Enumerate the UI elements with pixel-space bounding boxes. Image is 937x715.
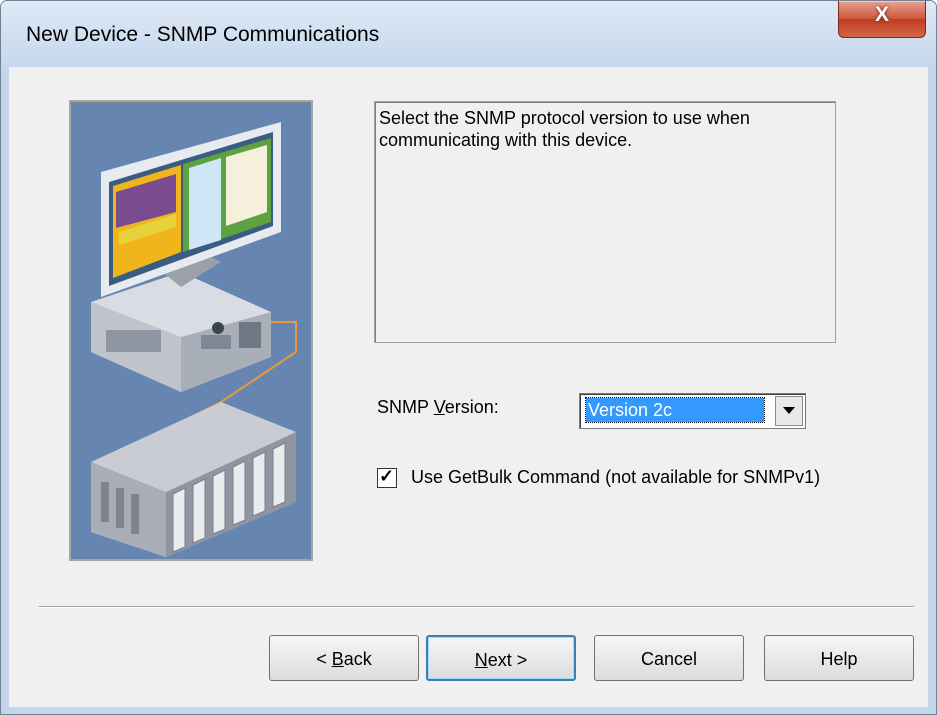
getbulk-checkbox[interactable]: ✓ — [377, 466, 397, 488]
cancel-button[interactable]: Cancel — [594, 635, 744, 681]
next-label-suffix: ext > — [487, 650, 528, 670]
title-bar[interactable]: New Device - SNMP Communications X — [1, 1, 936, 67]
back-label-mnemonic: B — [331, 649, 344, 669]
next-button[interactable]: Next > — [426, 635, 576, 681]
chevron-down-icon — [783, 407, 795, 414]
back-button[interactable]: < Back — [269, 635, 419, 681]
close-button[interactable]: X — [838, 1, 926, 38]
snmp-version-label-suffix: ersion: — [444, 397, 499, 417]
description-text: Select the SNMP protocol version to use … — [379, 108, 750, 150]
dialog-client-area: Select the SNMP protocol version to use … — [9, 67, 928, 707]
computer-plc-illustration — [69, 100, 313, 561]
back-label-prefix: < — [316, 649, 332, 669]
description-box: Select the SNMP protocol version to use … — [374, 101, 836, 343]
dialog-window: New Device - SNMP Communications X Selec… — [0, 0, 937, 715]
next-label-mnemonic: N — [474, 650, 488, 670]
illustration-graphic — [91, 122, 297, 557]
back-label-suffix: ack — [343, 649, 372, 669]
snmp-version-label: SNMP Version: — [377, 397, 499, 418]
snmp-version-label-prefix: SNMP — [377, 397, 434, 417]
getbulk-label: Use GetBulk Command (not available for S… — [411, 467, 821, 487]
separator-line — [39, 606, 914, 608]
snmp-version-dropdown[interactable]: Version 2c — [579, 393, 806, 429]
dropdown-arrow-button[interactable] — [775, 396, 803, 426]
snmp-version-selected: Version 2c — [585, 397, 765, 423]
snmp-version-label-mnemonic: V — [433, 397, 445, 417]
close-icon: X — [874, 3, 889, 26]
checkmark-icon: ✓ — [379, 466, 395, 486]
help-button[interactable]: Help — [764, 635, 914, 681]
window-title: New Device - SNMP Communications — [26, 23, 380, 46]
